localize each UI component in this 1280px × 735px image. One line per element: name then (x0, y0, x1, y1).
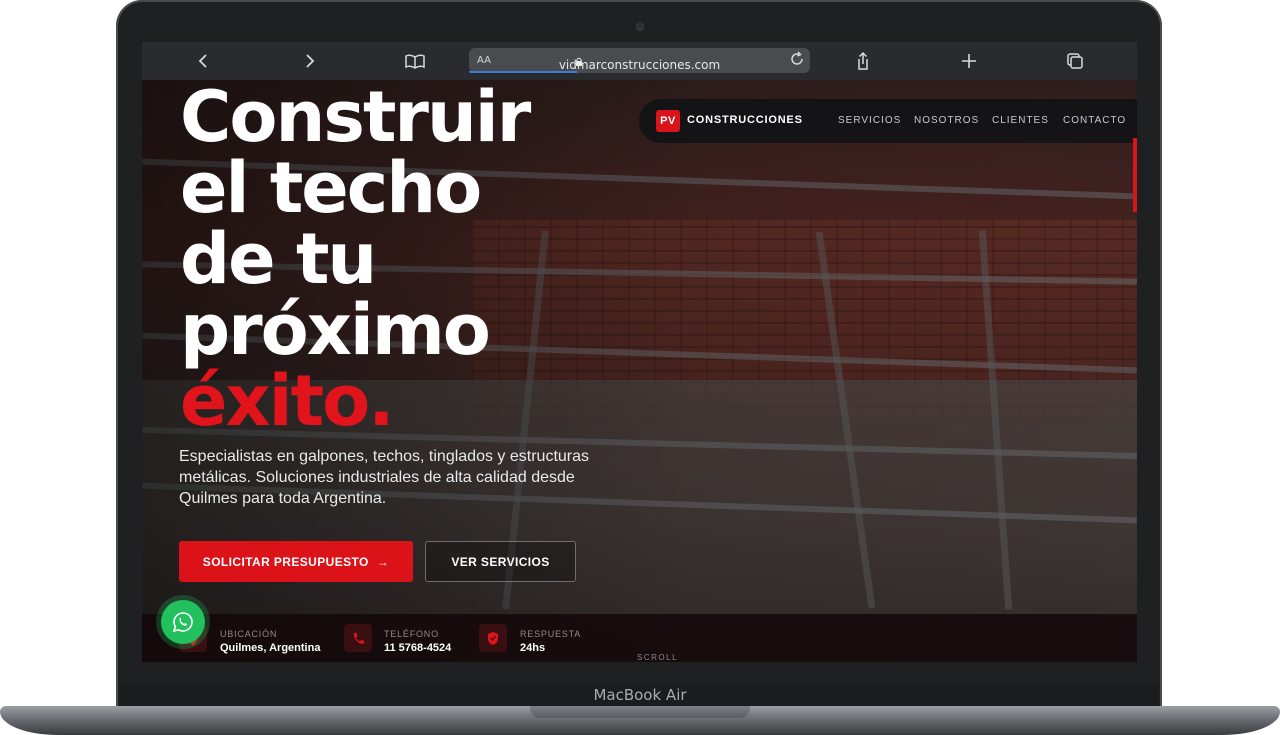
headline-line: el techo (180, 147, 482, 229)
request-quote-label: SOLICITAR PRESUPUESTO (202, 554, 369, 569)
phone-icon (344, 624, 372, 652)
url-text: vidmarconstrucciones.com (469, 57, 810, 72)
chevron-left-icon[interactable] (192, 50, 216, 72)
info-label-location: UBICACIÓN (220, 629, 278, 639)
site-navbar: PV CONSTRUCCIONES SERVICIOS NOSOTROS CLI… (639, 99, 1137, 143)
lock-icon (575, 57, 583, 69)
view-services-label: VER SERVICIOS (451, 554, 550, 569)
headline-line: de tu (180, 218, 377, 300)
camera-icon (637, 24, 643, 30)
headline-line: próximo (180, 289, 491, 371)
info-label-response: RESPUESTA (520, 629, 582, 639)
nav-link-nosotros[interactable]: NOSOTROS (914, 115, 979, 126)
shield-icon (479, 624, 507, 652)
page-load-progress (469, 71, 577, 73)
hero-subtitle: Especialistas en galpones, techos, tingl… (179, 448, 590, 507)
nav-link-servicios[interactable]: SERVICIOS (838, 115, 901, 126)
whatsapp-icon (172, 612, 193, 633)
hero-section: Construir el techo de tu próximo éxito. … (142, 80, 1137, 662)
address-bar[interactable]: AA vidmarconstrucciones.com (469, 48, 810, 73)
device-label: MacBook Air (593, 686, 687, 704)
url-value: vidmarconstrucciones.com (558, 58, 721, 72)
nav-link-contacto[interactable]: CONTACTO (1063, 115, 1126, 126)
view-services-button[interactable]: VER SERVICIOS (425, 541, 576, 582)
hero-headline: Construir el techo de tu próximo éxito. (180, 80, 531, 442)
headline-line: Construir (180, 80, 531, 158)
browser-toolbar: AA vidmarconstrucciones.com (142, 42, 1137, 80)
reload-icon[interactable] (789, 50, 805, 72)
logo-text[interactable]: CONSTRUCCIONES (687, 114, 803, 126)
info-value-response: 24hs (520, 642, 546, 654)
logo-badge[interactable]: PV (656, 110, 680, 132)
plus-icon[interactable] (957, 50, 981, 72)
headline-accent: éxito. (180, 360, 395, 442)
laptop-notch (530, 706, 750, 718)
info-value-location: Quilmes, Argentina (220, 642, 321, 654)
chevron-right-icon[interactable] (297, 50, 321, 72)
book-icon[interactable] (403, 50, 427, 72)
nav-link-clientes[interactable]: CLIENTES (992, 115, 1049, 126)
scroll-progress-bar (1133, 138, 1137, 212)
share-icon[interactable] (851, 50, 875, 72)
info-value-phone[interactable]: 11 5768-4524 (384, 642, 451, 654)
whatsapp-button[interactable] (161, 600, 205, 644)
info-label-phone: TELÉFONO (384, 629, 439, 639)
screen: AA vidmarconstrucciones.com Construir el… (142, 42, 1137, 662)
scroll-label: SCROLL (637, 653, 679, 662)
tabs-icon[interactable] (1063, 50, 1087, 72)
request-quote-button[interactable]: SOLICITAR PRESUPUESTO → (179, 541, 413, 582)
arrow-right-icon: → (376, 554, 390, 569)
